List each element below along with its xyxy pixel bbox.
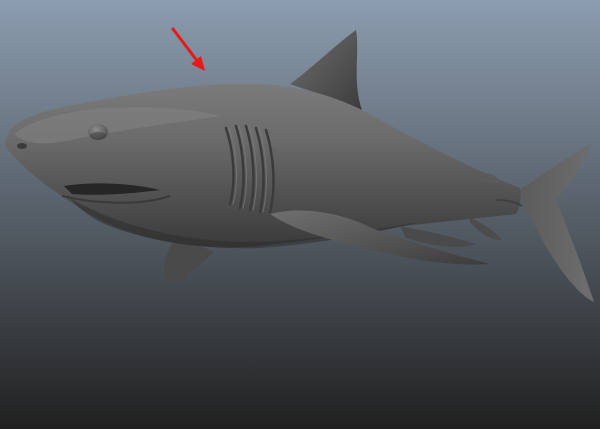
viewport-3d[interactable] [0, 0, 600, 429]
scene [0, 0, 600, 429]
shark-eye-shadow [90, 132, 106, 140]
shark-nostril [17, 143, 27, 149]
